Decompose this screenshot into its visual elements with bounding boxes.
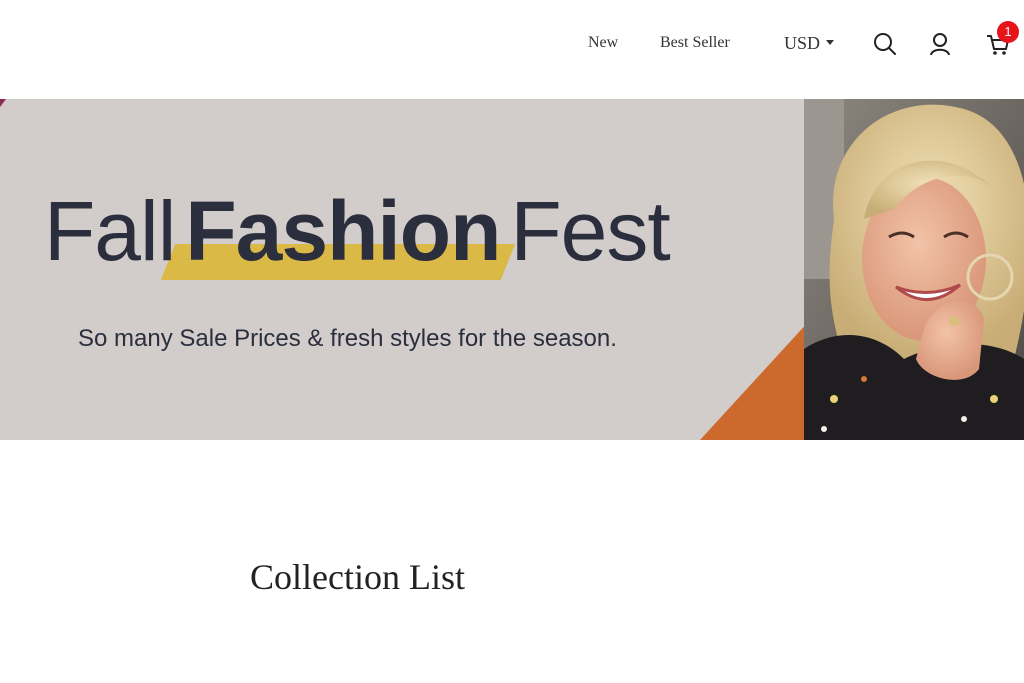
nav-link-new[interactable]: New — [588, 34, 618, 52]
collection-list-heading: Collection List — [250, 557, 465, 597]
banner-model-photo — [804, 99, 1024, 440]
site-header: New Best Seller USD 1 — [0, 0, 1024, 98]
account-icon[interactable] — [927, 31, 953, 57]
currency-selector[interactable]: USD — [784, 33, 835, 54]
banner-title: Fall Fashion Fest — [44, 181, 671, 281]
banner-title-word-fashion: Fashion — [185, 184, 501, 278]
chevron-down-icon — [826, 40, 835, 46]
currency-label: USD — [784, 33, 821, 53]
nav-link-best-seller[interactable]: Best Seller — [660, 34, 730, 52]
banner-title-word-fest: Fest — [510, 184, 670, 278]
hero-banner[interactable]: Fall Fashion Fest So many Sale Prices & fr… — [0, 99, 1024, 440]
orange-corner-accent — [700, 320, 810, 440]
banner-title-word-fall: Fall — [44, 184, 176, 278]
banner-corner-accent — [0, 99, 6, 107]
banner-subtitle: So many Sale Prices & fresh styles for t… — [78, 325, 617, 352]
search-icon[interactable] — [872, 31, 898, 57]
cart-count-badge: 1 — [997, 21, 1019, 43]
